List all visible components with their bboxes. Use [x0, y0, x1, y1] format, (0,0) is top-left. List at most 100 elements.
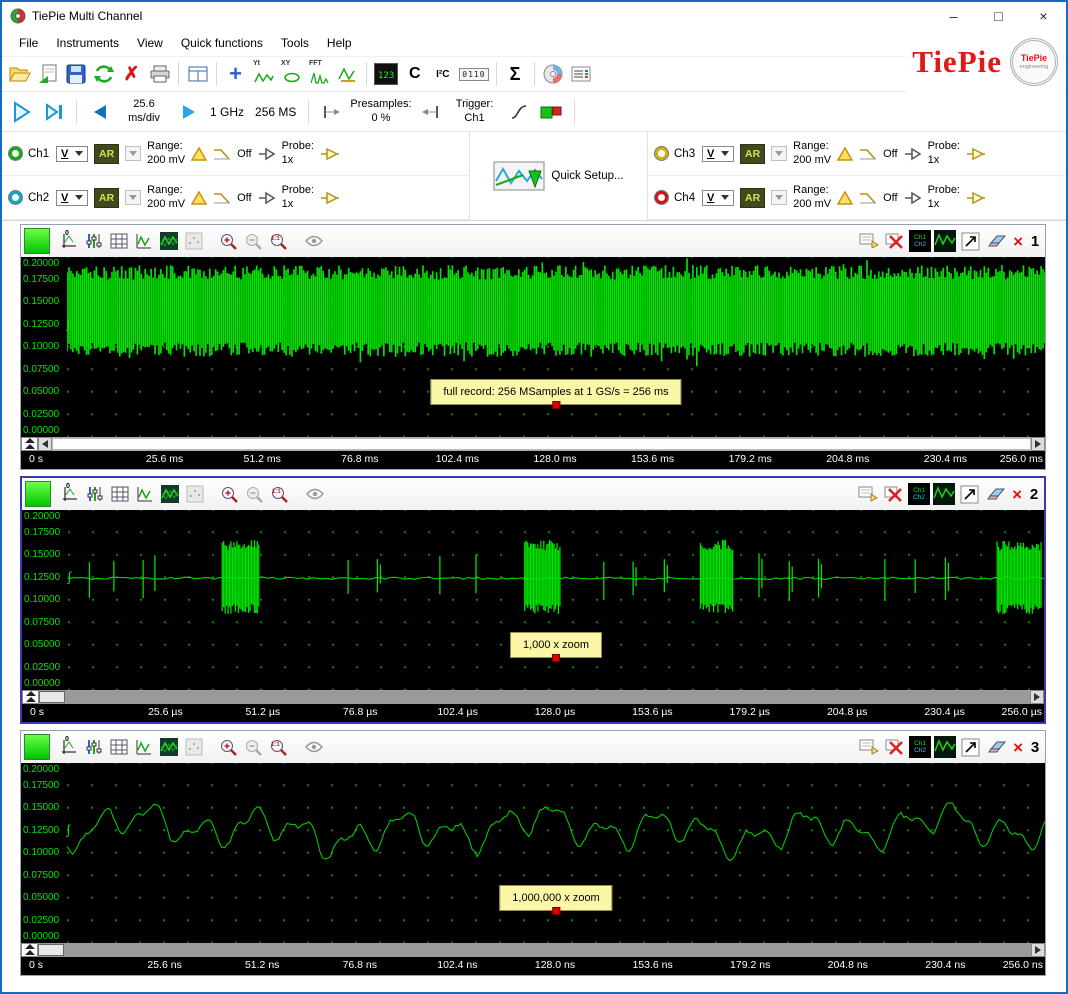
zero-axis-button[interactable]: 0 [57, 736, 80, 759]
export-graph-button[interactable] [959, 230, 982, 253]
yt-graph-button[interactable]: Yt [250, 60, 277, 88]
zoom-tooltip[interactable]: 1,000 x zoom [510, 632, 602, 658]
lowpass-filter-icon[interactable] [213, 191, 231, 205]
trigger-display[interactable]: Trigger: Ch1 [449, 98, 501, 126]
channel-options-button[interactable] [771, 190, 787, 205]
digital-io-button[interactable]: 0110 [457, 60, 490, 88]
channel-options-button[interactable] [771, 146, 787, 161]
menu-item-file[interactable]: File [10, 32, 47, 54]
export-graph-button[interactable] [959, 736, 982, 759]
trigger-position-button[interactable] [417, 98, 444, 126]
save-button[interactable] [62, 60, 89, 88]
scroll-right-arrow[interactable] [1030, 690, 1044, 704]
clear-graph-button[interactable] [985, 230, 1008, 253]
coupling-select[interactable]: V [56, 146, 88, 162]
grid-button[interactable] [108, 483, 131, 506]
xy-graph-button[interactable]: XY [278, 60, 305, 88]
probe-icon[interactable] [966, 147, 986, 161]
signal-path-icon[interactable] [258, 191, 276, 205]
presamples-button[interactable] [318, 98, 345, 126]
axis-color-swatch[interactable] [24, 734, 50, 760]
channel-led[interactable] [655, 191, 668, 204]
auto-range-button[interactable]: AR [94, 188, 119, 208]
waveform-thumb-button[interactable] [933, 483, 955, 505]
trigger-slope-button[interactable] [506, 98, 533, 126]
line-style-button[interactable] [133, 483, 156, 506]
envelope-style-button[interactable] [158, 483, 181, 506]
zoom-in-button[interactable] [217, 736, 240, 759]
refresh-button[interactable] [90, 60, 117, 88]
h-scrollbar[interactable] [52, 437, 1031, 451]
close-panel-button[interactable]: × [1011, 739, 1025, 756]
plot-area[interactable]: 1,000 x zoom [68, 510, 1044, 690]
legend-box[interactable]: Ch1Ch2 [909, 230, 931, 252]
channel-sliders-button[interactable] [82, 230, 105, 253]
scrollbar-thumb[interactable] [39, 691, 65, 703]
channel-led[interactable] [9, 191, 22, 204]
probe-icon[interactable] [320, 147, 340, 161]
plot-area[interactable]: full record: 256 MSamples at 1 GS/s = 25… [67, 257, 1045, 437]
trigger-level-marker[interactable]: ∫ [66, 316, 70, 331]
minimize-button[interactable]: – [931, 2, 976, 30]
scroll-home-button[interactable] [21, 437, 38, 451]
grid-button[interactable] [107, 736, 130, 759]
timebase-display[interactable]: 25.6 ms/div [118, 98, 170, 126]
trigger-level-marker[interactable]: ∫ [66, 822, 70, 837]
zoom-one-to-one-button[interactable]: 1:1 [267, 736, 290, 759]
range-display[interactable]: Range:200 mV [147, 140, 185, 168]
auto-range-button[interactable]: AR [740, 144, 765, 164]
window-layout-button[interactable] [184, 60, 211, 88]
measure-graph-button[interactable] [334, 60, 361, 88]
scroll-home-button[interactable] [21, 943, 38, 957]
timebase-increase-button[interactable] [175, 98, 202, 126]
zoom-one-to-one-button[interactable]: 1:1 [267, 230, 290, 253]
coupling-select[interactable]: V [702, 190, 734, 206]
maximize-button[interactable]: □ [976, 2, 1021, 30]
remove-comments-button[interactable] [882, 483, 905, 506]
close-panel-button[interactable]: × [1010, 486, 1024, 503]
line-style-button[interactable] [132, 230, 155, 253]
menu-item-help[interactable]: Help [318, 32, 361, 54]
open-file-button[interactable] [34, 60, 61, 88]
scrollbar-thumb[interactable] [38, 944, 64, 956]
quick-setup-button[interactable]: Quick Setup... [470, 132, 648, 220]
add-comment-button[interactable] [857, 736, 880, 759]
fft-graph-button[interactable]: FFT [306, 60, 333, 88]
probe-icon[interactable] [966, 191, 986, 205]
open-button[interactable] [6, 60, 33, 88]
zoom-in-button[interactable] [218, 483, 241, 506]
close-panel-button[interactable]: × [1011, 233, 1025, 250]
scroll-left-arrow[interactable] [38, 437, 52, 451]
menu-item-view[interactable]: View [128, 32, 172, 54]
envelope-style-button[interactable] [157, 736, 180, 759]
range-display[interactable]: Range:200 mV [793, 184, 831, 212]
sample-rate-value[interactable]: 1 GHz [210, 105, 244, 119]
signal-path-icon[interactable] [904, 191, 922, 205]
zoom-tooltip[interactable]: full record: 256 MSamples at 1 GS/s = 25… [430, 379, 681, 405]
presamples-display[interactable]: Presamples: 0 % [350, 98, 411, 126]
h-scrollbar[interactable] [39, 690, 1030, 704]
i2c-button[interactable]: I²C [429, 60, 456, 88]
add-graph-button[interactable]: + [222, 60, 249, 88]
axis-color-swatch[interactable] [25, 481, 51, 507]
one-shot-button[interactable] [40, 98, 67, 126]
trigger-level-marker[interactable]: ∫ [67, 569, 71, 584]
menu-item-instruments[interactable]: Instruments [47, 32, 128, 54]
lowpass-filter-icon[interactable] [213, 147, 231, 161]
zero-axis-button[interactable]: 0 [58, 483, 81, 506]
legend-box[interactable]: Ch1Ch2 [908, 483, 930, 505]
channel-led[interactable] [9, 147, 22, 160]
channel-sliders-button[interactable] [83, 483, 106, 506]
record-length-value[interactable]: 256 MS [255, 105, 296, 119]
menu-item-tools[interactable]: Tools [272, 32, 318, 54]
zoom-one-to-one-button[interactable]: 1:1 [268, 483, 291, 506]
probe-display[interactable]: Probe:1x [928, 140, 960, 168]
channel-led[interactable] [655, 147, 668, 160]
legend-box[interactable]: Ch1Ch2 [909, 736, 931, 758]
waveform-thumb-button[interactable] [934, 736, 956, 758]
signal-path-icon[interactable] [904, 147, 922, 161]
settings-list-button[interactable] [568, 60, 595, 88]
probe-display[interactable]: Probe:1x [928, 184, 960, 212]
channel-options-button[interactable] [125, 190, 141, 205]
remove-comments-button[interactable] [883, 736, 906, 759]
